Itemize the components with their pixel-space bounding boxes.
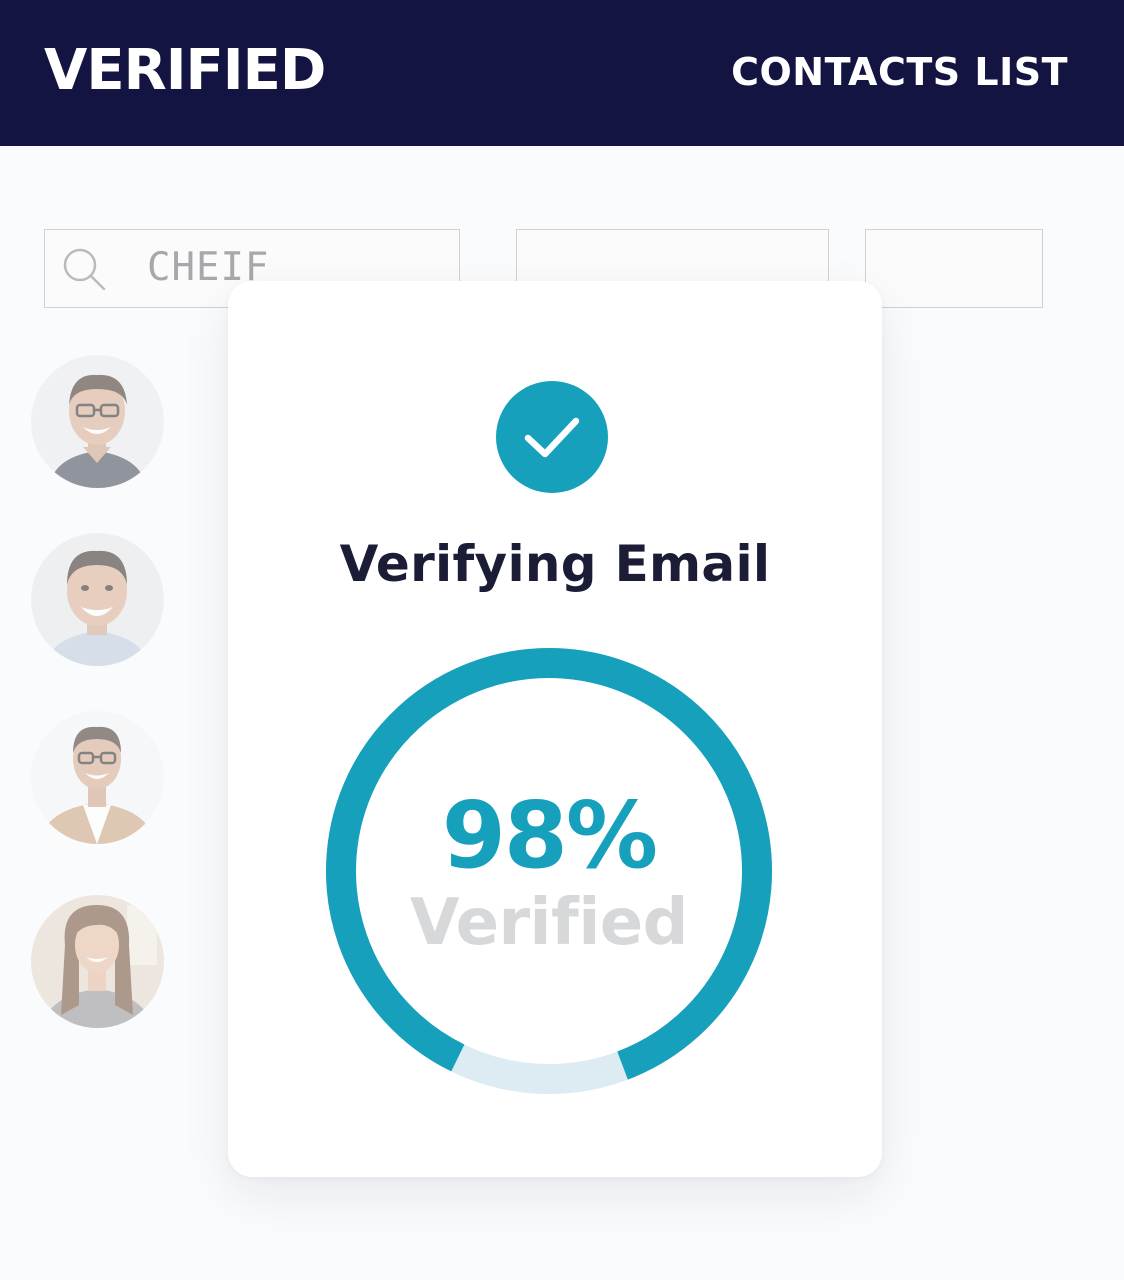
- contact-avatar-3[interactable]: [31, 711, 164, 844]
- search-icon: [63, 248, 106, 291]
- app-header: VERIFIED CONTACTS LIST: [0, 0, 1124, 146]
- modal-title: Verifying Email: [339, 535, 771, 593]
- progress-ring: 98% Verified: [324, 646, 774, 1096]
- check-circle-icon: [496, 381, 608, 493]
- avatar-man-glasses-jacket-icon: [31, 711, 164, 844]
- contact-avatar-4[interactable]: [31, 895, 164, 1028]
- contacts-list-link[interactable]: CONTACTS LIST: [731, 50, 1068, 94]
- avatar-man-glasses-icon: [31, 355, 164, 488]
- avatar-man-smiling-icon: [31, 533, 164, 666]
- progress-percent: 98%: [441, 782, 658, 889]
- filter-field-2[interactable]: [865, 229, 1043, 308]
- progress-status-label: Verified: [410, 886, 688, 960]
- contact-avatar-2[interactable]: [31, 533, 164, 666]
- brand-title: VERIFIED: [44, 38, 326, 103]
- verification-card: Verifying Email 98% Verified: [228, 281, 882, 1177]
- contact-avatar-1[interactable]: [31, 355, 164, 488]
- avatar-woman-long-hair-icon: [31, 895, 164, 1028]
